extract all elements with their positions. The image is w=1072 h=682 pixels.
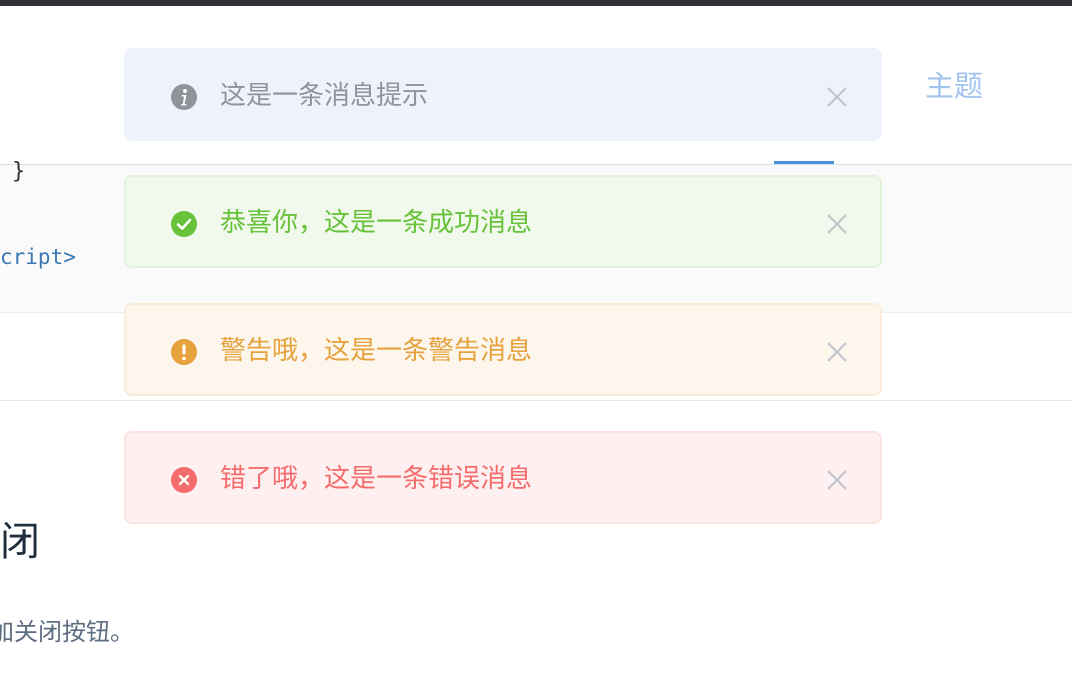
error-icon (171, 467, 197, 493)
message-success: 恭喜你，这是一条成功消息 (124, 175, 882, 268)
code-script-tag: cript> (0, 245, 76, 269)
success-icon (171, 211, 197, 237)
message-text: 警告哦，这是一条警告消息 (220, 336, 533, 366)
message-info: 这是一条消息提示 (124, 48, 882, 141)
code-brace: } (12, 159, 26, 184)
message-error: 错了哦，这是一条错误消息 (124, 431, 882, 524)
page: 主题 } cript> 闭 加关闭按钮。 这是一条消息提示 恭喜你，这是一条成功… (0, 0, 1072, 682)
section-divider (0, 400, 1072, 401)
close-icon[interactable] (826, 341, 848, 363)
info-icon (171, 84, 197, 110)
section-description: 加关闭按钮。 (0, 616, 134, 648)
close-icon[interactable] (826, 469, 848, 491)
message-text: 这是一条消息提示 (220, 81, 429, 111)
nav-link-theme[interactable]: 主题 (925, 68, 983, 104)
message-warning: 警告哦，这是一条警告消息 (124, 303, 882, 396)
message-text: 错了哦，这是一条错误消息 (220, 464, 533, 494)
top-bar (0, 0, 1072, 6)
message-text: 恭喜你，这是一条成功消息 (220, 208, 533, 238)
section-description-prefix: 加 (0, 618, 14, 646)
section-title: 闭 (0, 519, 40, 565)
warning-icon (171, 339, 197, 365)
close-icon[interactable] (826, 213, 848, 235)
close-icon[interactable] (826, 86, 848, 108)
section-description-text: 关闭按钮。 (14, 618, 134, 646)
